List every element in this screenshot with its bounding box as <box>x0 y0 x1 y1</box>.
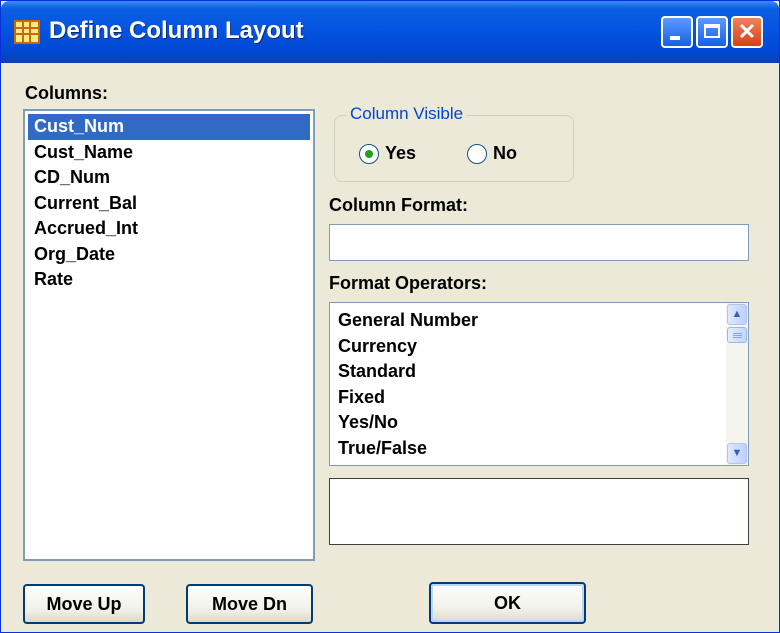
format-description-box <box>329 478 749 545</box>
chevron-up-icon: ▲ <box>731 308 743 320</box>
format-operators-listbox[interactable]: General Number Currency Standard Fixed Y… <box>329 302 749 466</box>
ok-button[interactable]: OK <box>429 582 586 624</box>
no-radio[interactable] <box>467 144 487 164</box>
minimize-button[interactable] <box>661 16 693 48</box>
list-item[interactable]: Cust_Num <box>28 114 310 140</box>
yes-radio-label[interactable]: Yes <box>385 143 416 164</box>
column-format-label: Column Format: <box>329 195 468 215</box>
column-format-input[interactable] <box>329 224 749 261</box>
list-item[interactable]: General Number <box>332 308 748 334</box>
scroll-up-button[interactable]: ▲ <box>727 304 747 325</box>
list-item[interactable]: CD_Num <box>28 165 310 191</box>
title-bar[interactable]: Define Column Layout ✕ <box>1 1 779 63</box>
format-operators-scrollbar[interactable]: ▲ ▼ <box>726 303 748 465</box>
column-visible-group: Column Visible Yes No <box>334 104 574 182</box>
list-item[interactable]: Rate <box>28 267 310 293</box>
maximize-icon <box>704 24 720 38</box>
list-item[interactable]: Yes/No <box>332 410 748 436</box>
list-item[interactable]: Cust_Name <box>28 140 310 166</box>
list-item[interactable]: True/False <box>332 436 748 462</box>
list-item[interactable]: Current_Bal <box>28 191 310 217</box>
define-column-layout-dialog: Define Column Layout ✕ Columns: Cust_Num… <box>0 0 780 633</box>
grid-table-icon <box>14 20 40 44</box>
maximize-button[interactable] <box>696 16 728 48</box>
column-visible-title: Column Visible <box>347 104 467 124</box>
minimize-icon <box>670 36 680 40</box>
list-item[interactable]: Accrued_Int <box>28 216 310 242</box>
format-operators-label: Format Operators: <box>329 273 488 293</box>
close-icon: ✕ <box>737 19 757 44</box>
move-dn-button[interactable]: Move Dn <box>186 584 313 624</box>
no-radio-label[interactable]: No <box>493 143 517 164</box>
close-button[interactable]: ✕ <box>731 16 763 48</box>
columns-listbox[interactable]: Cust_Num Cust_Name CD_Num Current_Bal Ac… <box>23 109 315 561</box>
scroll-down-button[interactable]: ▼ <box>727 443 747 464</box>
list-item[interactable]: Currency <box>332 334 748 360</box>
list-item[interactable]: Org_Date <box>28 242 310 268</box>
columns-label: Columns: <box>25 83 108 103</box>
list-item[interactable]: Fixed <box>332 385 748 411</box>
yes-radio[interactable] <box>359 144 379 164</box>
list-item[interactable]: Standard <box>332 359 748 385</box>
move-up-button[interactable]: Move Up <box>23 584 145 624</box>
radio-selected-dot <box>365 150 373 158</box>
scroll-thumb[interactable] <box>727 327 747 343</box>
chevron-down-icon: ▼ <box>731 447 743 459</box>
window-title: Define Column Layout <box>49 17 304 44</box>
